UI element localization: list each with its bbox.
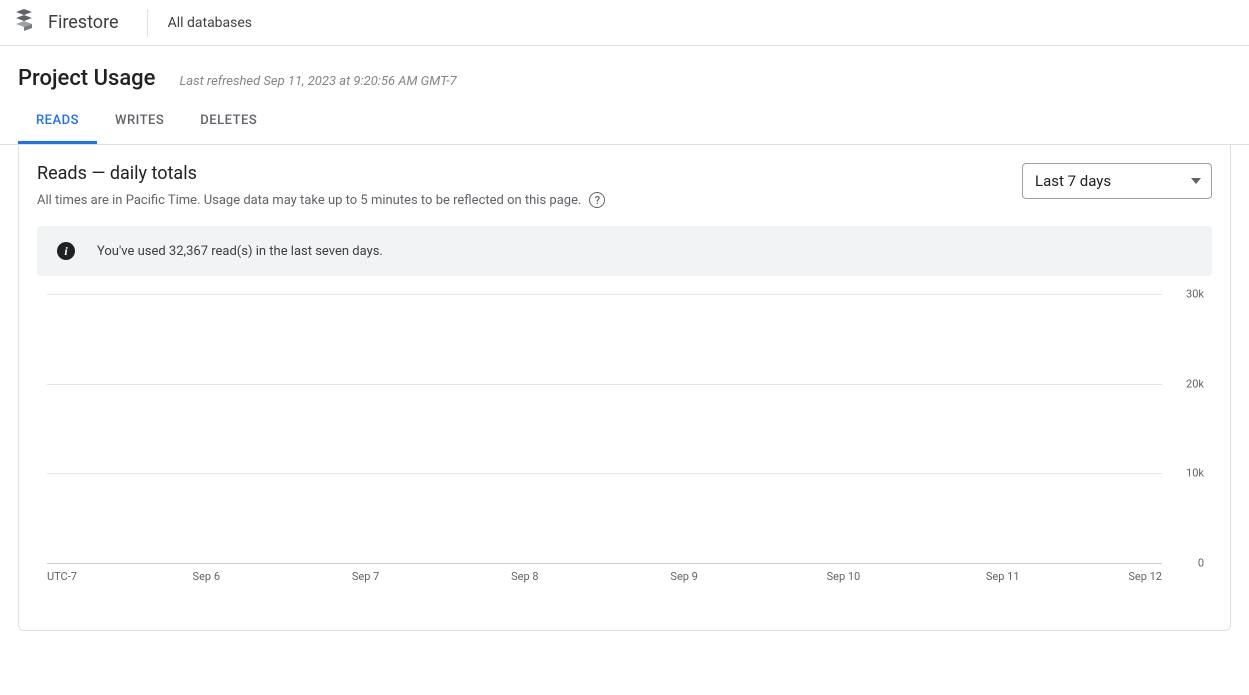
card-title: Reads — daily totals bbox=[37, 163, 605, 184]
card: Reads — daily totals All times are in Pa… bbox=[18, 145, 1231, 631]
info-icon: i bbox=[57, 242, 75, 260]
page-title: Project Usage bbox=[18, 66, 155, 91]
x-tick-label: Sep 10 bbox=[827, 570, 861, 583]
y-tick-label: 10k bbox=[1186, 467, 1204, 480]
chevron-down-icon bbox=[1191, 178, 1201, 184]
x-tick-label: UTC-7 bbox=[47, 570, 77, 583]
range-select[interactable]: Last 7 days bbox=[1022, 163, 1212, 199]
card-subtext: All times are in Pacific Time. Usage dat… bbox=[37, 193, 581, 208]
chart: 010k20k30k UTC-7Sep 6Sep 7Sep 8Sep 9Sep … bbox=[37, 294, 1212, 612]
x-tick-label: Sep 7 bbox=[352, 570, 379, 583]
x-tick-label: Sep 8 bbox=[511, 570, 538, 583]
x-tick-label: Sep 11 bbox=[986, 570, 1020, 583]
x-tick-label: Sep 12 bbox=[1128, 570, 1162, 583]
tabs: READS WRITES DELETES bbox=[0, 99, 1249, 145]
header: Project Usage Last refreshed Sep 11, 202… bbox=[0, 46, 1249, 99]
tab-reads[interactable]: READS bbox=[18, 99, 97, 144]
gridline bbox=[47, 384, 1162, 385]
y-tick-label: 0 bbox=[1198, 557, 1204, 570]
help-icon[interactable]: ? bbox=[589, 192, 605, 208]
gridline bbox=[47, 473, 1162, 474]
y-tick-label: 30k bbox=[1186, 288, 1204, 301]
gridline bbox=[47, 294, 1162, 295]
firestore-icon bbox=[12, 9, 36, 37]
info-banner-text: You've used 32,367 read(s) in the last s… bbox=[97, 244, 383, 259]
brand-name: Firestore bbox=[48, 12, 119, 33]
tab-deletes[interactable]: DELETES bbox=[182, 99, 275, 144]
y-tick-label: 20k bbox=[1186, 377, 1204, 390]
divider bbox=[147, 9, 148, 37]
info-banner: i You've used 32,367 read(s) in the last… bbox=[37, 226, 1212, 276]
x-tick-label: Sep 6 bbox=[193, 570, 220, 583]
brand: Firestore bbox=[12, 9, 119, 37]
x-tick-label: Sep 9 bbox=[670, 570, 697, 583]
tab-writes[interactable]: WRITES bbox=[97, 99, 182, 144]
scope-label[interactable]: All databases bbox=[168, 15, 252, 31]
range-select-label: Last 7 days bbox=[1035, 172, 1111, 190]
last-refreshed: Last refreshed Sep 11, 2023 at 9:20:56 A… bbox=[179, 74, 456, 89]
topbar: Firestore All databases bbox=[0, 0, 1249, 46]
